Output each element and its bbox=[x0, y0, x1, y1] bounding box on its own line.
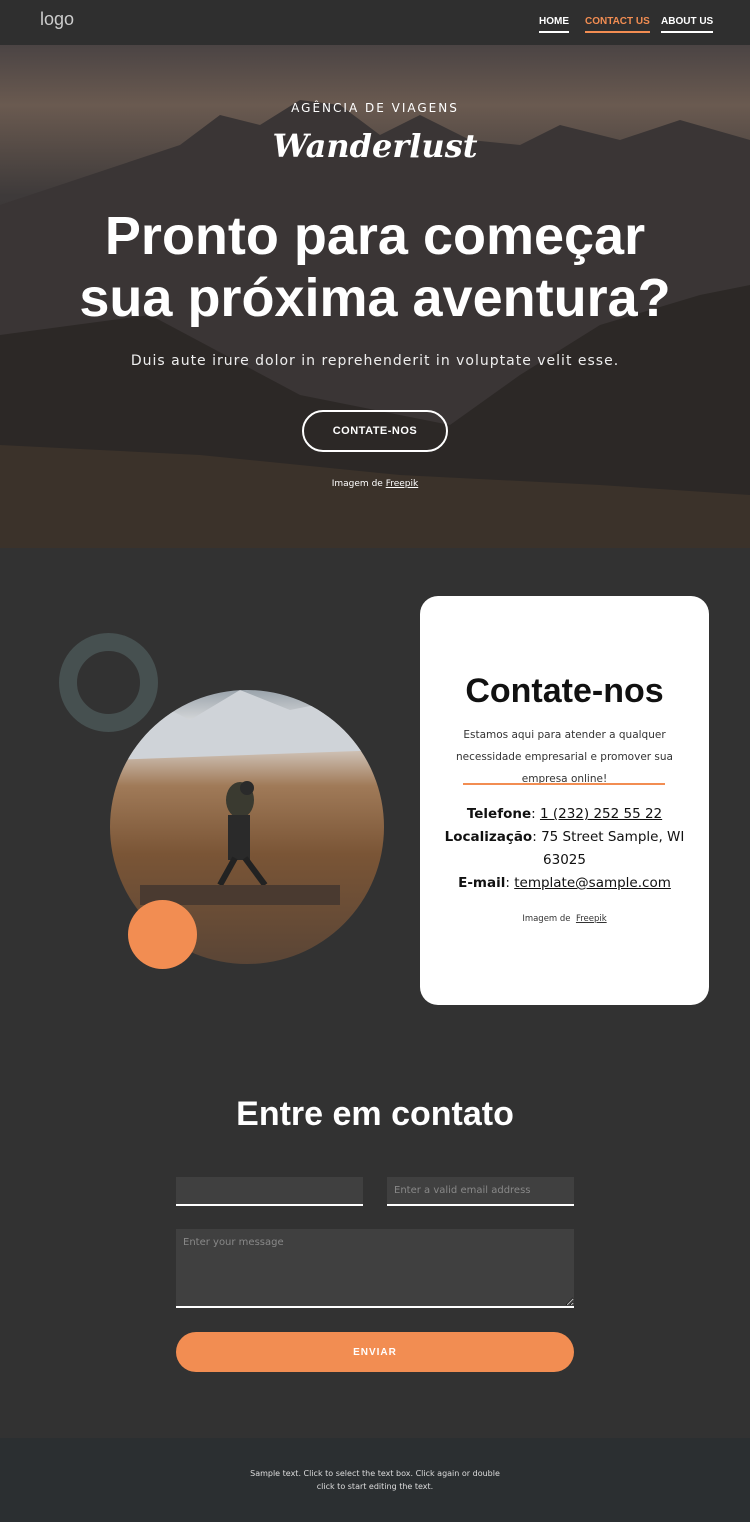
hero-image-credit: Imagem de Freepik bbox=[0, 479, 750, 489]
contact-card-title: Contate-nos bbox=[465, 672, 664, 710]
decorative-orange-dot bbox=[128, 900, 197, 969]
footer-text: Sample text. Click to select the text bo… bbox=[250, 1469, 500, 1491]
brand-logo-wanderlust: Wanderlust bbox=[272, 127, 478, 165]
divider bbox=[463, 783, 665, 785]
nav-about-us[interactable]: ABOUT US bbox=[661, 16, 714, 33]
hero-title: Pronto para começar sua próxima aventura? bbox=[0, 205, 750, 329]
phone-link[interactable]: 1 (232) 252 55 22 bbox=[540, 806, 662, 822]
credit-prefix: Imagem de bbox=[331, 479, 383, 489]
freepik-link[interactable]: Freepik bbox=[576, 914, 607, 924]
decorative-ring bbox=[59, 633, 158, 732]
logo[interactable]: logo bbox=[40, 9, 74, 30]
hero-kicker: AGÊNCIA DE VIAGENS bbox=[291, 101, 459, 115]
footer: Sample text. Click to select the text bo… bbox=[0, 1438, 750, 1522]
email-input[interactable] bbox=[387, 1177, 574, 1206]
message-textarea[interactable] bbox=[176, 1229, 574, 1308]
location-label: Localização bbox=[444, 829, 533, 845]
contact-cta-button[interactable]: CONTATE-NOS bbox=[302, 410, 448, 452]
contact-card: Contate-nos Estamos aqui para atender a … bbox=[420, 596, 709, 1005]
card-image-credit: Imagem de Freepik bbox=[420, 914, 709, 924]
submit-button[interactable]: ENVIAR bbox=[176, 1332, 574, 1372]
contact-info: Telefone: 1 (232) 252 55 22 Localização:… bbox=[444, 806, 685, 891]
hero-title-line-1: Pronto para começar bbox=[104, 206, 646, 266]
hero-title-line-2: sua próxima aventura? bbox=[79, 268, 671, 328]
hero-subtitle: Duis aute irure dolor in reprehenderit i… bbox=[130, 353, 620, 369]
email-link[interactable]: template@sample.com bbox=[514, 875, 671, 891]
email-label: E-mail bbox=[458, 875, 506, 891]
location-value: 75 Street Sample, WI 63025 bbox=[541, 829, 685, 868]
freepik-link[interactable]: Freepik bbox=[386, 479, 419, 489]
nav-contact-us[interactable]: CONTACT US bbox=[585, 16, 650, 33]
contact-card-description: Estamos aqui para atender a qualquer nec… bbox=[455, 729, 673, 785]
name-input[interactable] bbox=[176, 1177, 363, 1206]
form-title: Entre em contato bbox=[236, 1095, 514, 1133]
hero-section: AGÊNCIA DE VIAGENS Wanderlust Pronto par… bbox=[0, 45, 750, 548]
credit-prefix: Imagem de bbox=[522, 914, 571, 924]
nav-home[interactable]: HOME bbox=[539, 16, 569, 33]
phone-label: Telefone bbox=[466, 806, 532, 822]
top-nav: logo HOME CONTACT US ABOUT US bbox=[0, 0, 750, 45]
